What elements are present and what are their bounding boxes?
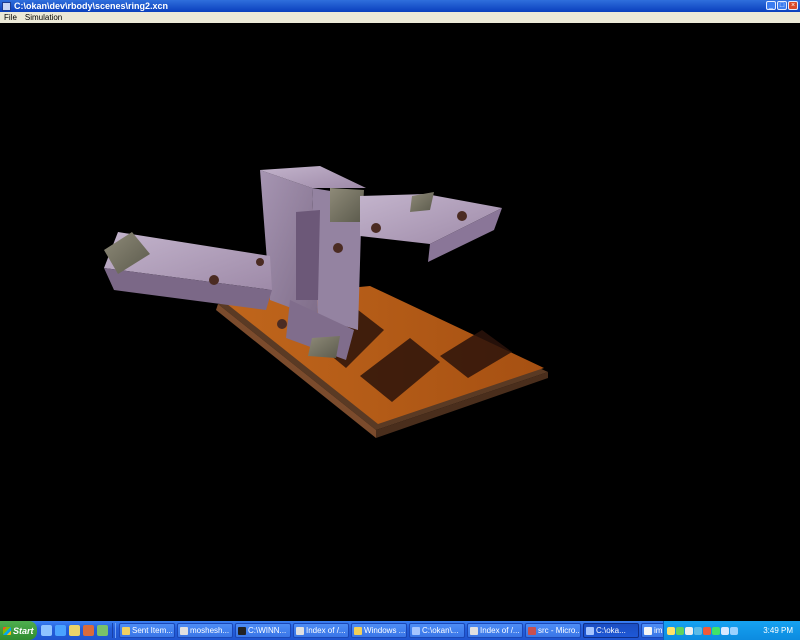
taskbar: Start Sent Item... moshesh... C:\WINN... In… [0, 621, 800, 640]
task-label: Windows ... [364, 626, 406, 635]
folder-icon [354, 626, 362, 635]
clock[interactable]: 3:49 PM [763, 626, 793, 635]
start-button[interactable]: Start [0, 621, 37, 640]
browser-icon [180, 626, 188, 635]
media-icon[interactable] [83, 625, 94, 636]
window-title-bar[interactable]: C:\okan\dev\rbody\scenes\ring2.xcn _ □ × [0, 0, 800, 12]
network-icon[interactable] [667, 626, 675, 635]
task-label: C:\WINN... [248, 626, 287, 635]
task-label: Index of /... [306, 626, 346, 635]
task-label: Sent Item... [132, 626, 173, 635]
menu-simulation[interactable]: Simulation [21, 13, 66, 22]
maximize-button[interactable]: □ [777, 1, 787, 10]
console-icon [238, 626, 246, 635]
app-icon[interactable] [2, 1, 11, 11]
task-label: moshesh... [190, 626, 230, 635]
right-arm [360, 192, 502, 262]
taskbar-separator [112, 623, 116, 638]
taskbar-task-button[interactable]: moshesh... [177, 623, 233, 638]
antivirus-icon[interactable] [703, 626, 711, 635]
task-buttons: Sent Item... moshesh... C:\WINN... Index of… [119, 623, 697, 638]
cpu-icon[interactable] [730, 626, 738, 635]
close-button[interactable]: × [788, 1, 798, 10]
desktop-icon[interactable] [41, 625, 52, 636]
taskbar-task-button[interactable]: C:\WINN... [235, 623, 291, 638]
browser-icon [296, 626, 304, 635]
taskbar-task-button[interactable]: C:\oka... [583, 623, 639, 638]
browser-icon [470, 626, 478, 635]
paint-icon [644, 626, 652, 635]
taskbar-task-button[interactable]: C:\okan\... [409, 623, 465, 638]
taskbar-task-button[interactable]: Index of /... [293, 623, 349, 638]
app-icon [586, 626, 594, 635]
render-viewport[interactable] [0, 23, 800, 621]
taskbar-task-button[interactable]: Sent Item... [119, 623, 175, 638]
minimize-button[interactable]: _ [766, 1, 776, 10]
app-icon [412, 626, 420, 635]
refresh-icon[interactable] [712, 626, 720, 635]
globe-icon[interactable] [97, 625, 108, 636]
left-arm [104, 232, 272, 310]
system-tray: 3:49 PM [663, 621, 800, 640]
ie-icon[interactable] [55, 625, 66, 636]
taskbar-task-button[interactable]: Index of /... [467, 623, 523, 638]
task-label: Index of /... [480, 626, 520, 635]
menu-file[interactable]: File [0, 13, 21, 22]
quick-launch [41, 625, 108, 636]
menu-bar: File Simulation [0, 12, 800, 23]
task-label: C:\okan\... [422, 626, 459, 635]
speaker-icon[interactable] [685, 626, 693, 635]
taskbar-task-button[interactable]: Windows ... [351, 623, 407, 638]
messenger-icon[interactable] [694, 626, 702, 635]
mail-icon [122, 626, 130, 635]
scene-render [104, 166, 548, 438]
windows-flag-icon [3, 626, 11, 635]
monitor-icon[interactable] [721, 626, 729, 635]
window-title: C:\okan\dev\rbody\scenes\ring2.xcn [14, 1, 169, 11]
shield-icon[interactable] [676, 626, 684, 635]
mail-icon[interactable] [69, 625, 80, 636]
start-label: Start [13, 625, 34, 636]
task-label: C:\oka... [596, 626, 626, 635]
taskbar-task-button[interactable]: src - Micro... [525, 623, 581, 638]
task-label: src - Micro... [538, 626, 581, 635]
devstudio-icon [528, 626, 536, 635]
